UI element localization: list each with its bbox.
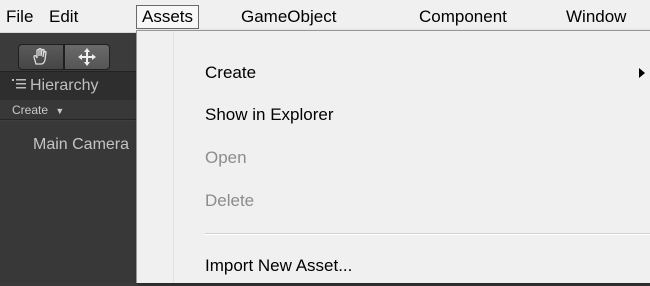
menu-item-show-in-explorer[interactable]: Show in Explorer bbox=[205, 95, 334, 135]
assets-dropdown-menu: Create Show in Explorer Open Delete Impo… bbox=[136, 30, 650, 283]
hierarchy-toolbar: Create ▼ bbox=[0, 100, 140, 120]
menu-component[interactable]: Component bbox=[419, 0, 507, 33]
hand-icon bbox=[33, 48, 47, 65]
dropdown-arrow-icon: ▼ bbox=[55, 106, 65, 116]
hierarchy-title: Hierarchy bbox=[30, 77, 99, 95]
menu-file[interactable]: File bbox=[6, 0, 33, 33]
list-icon bbox=[12, 72, 26, 100]
menu-item-open: Open bbox=[205, 148, 247, 167]
editor-panel: Hierarchy Create ▼ Main Camera bbox=[0, 33, 140, 282]
toolbar bbox=[0, 33, 140, 71]
move-tool-button[interactable] bbox=[64, 44, 110, 70]
submenu-arrow-icon bbox=[639, 68, 645, 78]
hierarchy-create-button[interactable]: Create bbox=[12, 103, 48, 117]
menu-gameobject[interactable]: GameObject bbox=[241, 0, 336, 33]
menu-assets[interactable]: Assets bbox=[136, 5, 200, 29]
menu-window[interactable]: Window bbox=[566, 0, 626, 33]
move-icon bbox=[78, 48, 96, 66]
menu-item-import-new-asset[interactable]: Import New Asset... bbox=[205, 246, 352, 286]
menu-gutter bbox=[137, 31, 174, 283]
hierarchy-tab[interactable]: Hierarchy bbox=[0, 71, 140, 100]
menu-separator bbox=[205, 233, 650, 235]
menu-edit[interactable]: Edit bbox=[49, 0, 78, 33]
menu-bar: File Edit Assets GameObject Component Wi… bbox=[0, 0, 650, 33]
hierarchy-list: Main Camera bbox=[0, 121, 140, 282]
menu-item-create[interactable]: Create bbox=[205, 53, 256, 93]
menu-item-delete: Delete bbox=[205, 191, 255, 210]
hand-tool-button[interactable] bbox=[18, 44, 64, 70]
hierarchy-item-main-camera[interactable]: Main Camera bbox=[33, 136, 129, 154]
